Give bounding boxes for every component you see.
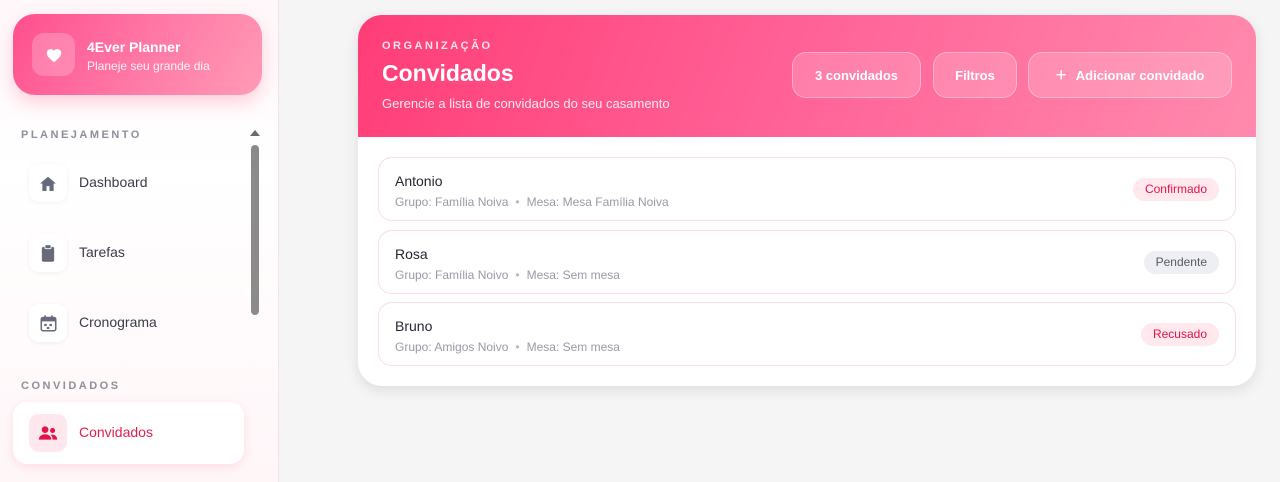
scrollbar-thumb[interactable] xyxy=(251,145,259,315)
page-subtitle: Gerencie a lista de convidados do seu ca… xyxy=(382,96,670,111)
heart-icon xyxy=(32,33,75,76)
plus-icon: + xyxy=(1055,64,1067,86)
sidebar-item-label: Convidados xyxy=(79,424,153,440)
filters-button[interactable]: Filtros xyxy=(933,52,1017,98)
calendar-icon xyxy=(29,304,67,342)
guest-row[interactable]: Rosa Grupo: Família Noivo • Mesa: Sem mesa… xyxy=(378,230,1236,294)
guest-group: Grupo: Família Noiva xyxy=(395,195,509,209)
guest-row[interactable]: Bruno Grupo: Amigos Noivo • Mesa: Sem mesa… xyxy=(378,302,1236,366)
guests-card: ORGANIZAÇÃO Convidados Gerencie a lista … xyxy=(358,15,1256,386)
sidebar: 4Ever Planner Planeje seu grande dia PLA… xyxy=(0,0,279,482)
scroll-up-arrow[interactable] xyxy=(250,130,260,136)
page-title: Convidados xyxy=(382,60,514,86)
guest-count-button[interactable]: 3 convidados xyxy=(792,52,921,98)
guest-group: Grupo: Família Noivo xyxy=(395,268,509,282)
sidebar-item-dashboard[interactable]: Dashboard xyxy=(13,152,244,214)
guest-meta: Grupo: Família Noivo • Mesa: Sem mesa xyxy=(395,268,620,282)
sidebar-item-convidados[interactable]: Convidados xyxy=(13,402,244,464)
users-icon xyxy=(29,414,67,452)
guest-meta: Grupo: Família Noiva • Mesa: Mesa Família … xyxy=(395,195,669,209)
section-eyebrow: ORGANIZAÇÃO xyxy=(382,40,493,52)
guest-group: Grupo: Amigos Noivo xyxy=(395,340,509,354)
status-badge: Pendente xyxy=(1143,251,1219,274)
guest-row[interactable]: Antonio Grupo: Família Noiva • Mesa: Mesa … xyxy=(378,157,1236,221)
guest-name: Rosa xyxy=(395,246,428,262)
sidebar-item-label: Dashboard xyxy=(79,174,148,190)
section-label-convidados: CONVIDADOS xyxy=(21,380,121,392)
guest-count-label: 3 convidados xyxy=(814,67,899,83)
sidebar-item-cronograma[interactable]: Cronograma xyxy=(13,292,244,354)
add-guest-button[interactable]: + Adicionar convidado xyxy=(1028,52,1232,98)
guest-name: Bruno xyxy=(395,318,433,334)
separator-dot: • xyxy=(515,340,520,354)
status-badge: Recusado xyxy=(1140,323,1219,346)
add-guest-label: Adicionar convidado xyxy=(1075,67,1205,83)
guest-name: Antonio xyxy=(395,173,443,189)
guest-table: Mesa: Sem mesa xyxy=(526,340,620,354)
status-badge: Confirmado xyxy=(1132,178,1219,201)
card-header: ORGANIZAÇÃO Convidados Gerencie a lista … xyxy=(358,15,1256,137)
clipboard-icon xyxy=(29,234,67,272)
brand-subtitle: Planeje seu grande dia xyxy=(87,59,210,73)
guest-meta: Grupo: Amigos Noivo • Mesa: Sem mesa xyxy=(395,340,620,354)
sidebar-item-tarefas[interactable]: Tarefas xyxy=(13,222,244,284)
sidebar-item-label: Cronograma xyxy=(79,314,157,330)
brand-card[interactable]: 4Ever Planner Planeje seu grande dia xyxy=(13,14,262,95)
separator-dot: • xyxy=(515,268,520,282)
brand-title: 4Ever Planner xyxy=(87,39,181,55)
section-label-planejamento: PLANEJAMENTO xyxy=(21,129,142,141)
guest-table: Mesa: Sem mesa xyxy=(526,268,620,282)
separator-dot: • xyxy=(515,195,520,209)
filters-label: Filtros xyxy=(955,67,995,83)
home-icon xyxy=(29,164,67,202)
sidebar-item-label: Tarefas xyxy=(79,244,125,260)
guest-table: Mesa: Mesa Família Noiva xyxy=(526,195,669,209)
